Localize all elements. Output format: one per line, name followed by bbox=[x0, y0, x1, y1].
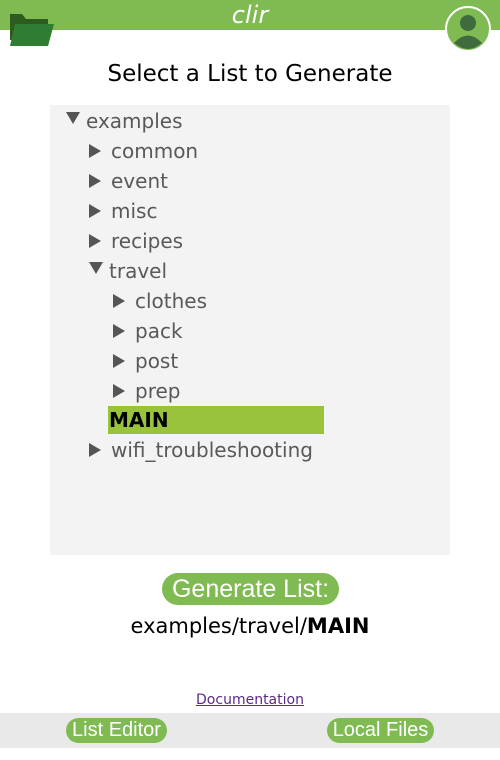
tree-item-wifi-troubleshooting[interactable]: wifi_troubleshooting bbox=[89, 435, 313, 465]
page-heading: Select a List to Generate bbox=[107, 61, 393, 87]
tree-item-label: prep bbox=[135, 379, 181, 403]
tree-item-post[interactable]: post bbox=[113, 346, 178, 376]
tree-item-pack[interactable]: pack bbox=[113, 316, 183, 346]
tree-item-main-selected[interactable]: MAIN bbox=[108, 406, 324, 434]
caret-right-icon bbox=[89, 144, 101, 158]
tree-item-label: examples bbox=[86, 109, 183, 133]
tree-item-prep[interactable]: prep bbox=[113, 376, 180, 406]
tree-item-recipes[interactable]: recipes bbox=[89, 226, 183, 256]
tree-item-clothes[interactable]: clothes bbox=[113, 286, 207, 316]
tree-item-label: pack bbox=[135, 319, 183, 343]
caret-right-icon bbox=[89, 204, 101, 218]
user-avatar-icon[interactable] bbox=[445, 6, 491, 52]
selected-path-prefix: examples/travel/ bbox=[130, 614, 307, 638]
caret-right-icon bbox=[89, 234, 101, 248]
tree-item-label: recipes bbox=[111, 229, 184, 253]
generate-list-button[interactable]: Generate List: bbox=[162, 573, 339, 605]
tree-item-label: common bbox=[111, 139, 199, 163]
local-files-button[interactable]: Local Files bbox=[327, 718, 434, 743]
selected-path: examples/travel/MAIN bbox=[0, 612, 500, 640]
tree-item-label: clothes bbox=[135, 289, 208, 313]
selected-path-name: MAIN bbox=[306, 614, 370, 638]
tree-item-label: event bbox=[111, 169, 168, 193]
tree-item-event[interactable]: event bbox=[89, 166, 168, 196]
tree-item-travel[interactable]: travel bbox=[89, 256, 167, 286]
caret-right-icon bbox=[113, 324, 125, 338]
tree-item-common[interactable]: common bbox=[89, 136, 198, 166]
tree-item-label: misc bbox=[111, 199, 158, 223]
tree-item-misc[interactable]: misc bbox=[89, 196, 157, 226]
tree-item-label: wifi_troubleshooting bbox=[111, 438, 313, 462]
caret-right-icon bbox=[113, 384, 125, 398]
tree-item-label: travel bbox=[109, 259, 168, 283]
tree-item-label: post bbox=[135, 349, 179, 373]
caret-right-icon bbox=[89, 443, 101, 457]
caret-right-icon bbox=[113, 294, 125, 308]
list-editor-button[interactable]: List Editor bbox=[66, 718, 167, 743]
folder-open-icon[interactable] bbox=[8, 10, 54, 48]
caret-right-icon bbox=[113, 354, 125, 368]
caret-right-icon bbox=[89, 174, 101, 188]
caret-down-icon bbox=[89, 261, 103, 274]
caret-down-icon bbox=[66, 111, 80, 124]
footer-bar: List Editor Local Files bbox=[0, 713, 500, 748]
app-title: clir bbox=[231, 1, 269, 29]
documentation-link[interactable]: Documentation bbox=[0, 690, 500, 710]
tree-item-examples[interactable]: examples bbox=[66, 106, 183, 136]
